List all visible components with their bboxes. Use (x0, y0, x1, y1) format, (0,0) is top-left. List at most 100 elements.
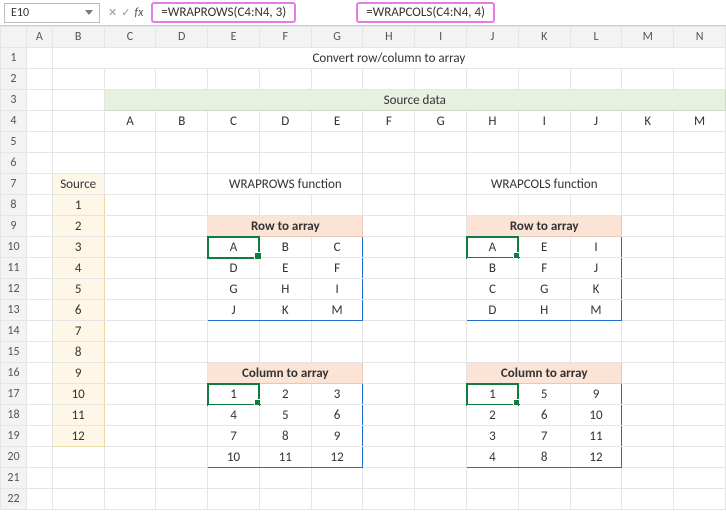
col-header[interactable]: N (674, 27, 726, 48)
cell[interactable]: 12 (570, 447, 622, 468)
cell[interactable]: 8 (52, 342, 104, 363)
row-header[interactable]: 8 (1, 195, 27, 216)
cell[interactable]: J (570, 258, 622, 279)
row-header[interactable]: 9 (1, 216, 27, 237)
row-header[interactable]: 19 (1, 426, 27, 447)
row-header[interactable]: 15 (1, 342, 27, 363)
accept-icon[interactable]: ✓ (121, 6, 130, 19)
cell[interactable]: 4 (208, 405, 260, 426)
col-header[interactable]: J (467, 27, 519, 48)
cell[interactable]: C (467, 279, 519, 300)
cell[interactable]: 10 (208, 447, 260, 468)
cancel-icon[interactable]: ✕ (108, 6, 117, 19)
cell[interactable]: A (467, 237, 519, 258)
cell[interactable]: J (570, 111, 622, 132)
row-header[interactable]: 22 (1, 489, 27, 510)
row-header[interactable]: 21 (1, 468, 27, 489)
cell[interactable]: G (415, 111, 467, 132)
cell[interactable]: I (518, 111, 570, 132)
cell[interactable]: 12 (311, 447, 363, 468)
row-header[interactable]: 20 (1, 447, 27, 468)
row-header[interactable]: 14 (1, 321, 27, 342)
cell[interactable]: F (518, 258, 570, 279)
col-header[interactable]: L (570, 27, 622, 48)
col-header[interactable]: C (104, 27, 156, 48)
cell[interactable]: H (467, 111, 519, 132)
cell[interactable]: 2 (52, 216, 104, 237)
row-header[interactable]: 2 (1, 69, 27, 90)
cell[interactable]: 5 (518, 384, 570, 405)
cell[interactable]: 7 (518, 426, 570, 447)
cell[interactable]: 1 (52, 195, 104, 216)
cell[interactable]: E (311, 111, 363, 132)
row-header[interactable]: 3 (1, 90, 27, 111)
row-header[interactable]: 6 (1, 153, 27, 174)
name-box[interactable]: E10 (4, 3, 100, 23)
col-header[interactable]: D (156, 27, 208, 48)
cell[interactable]: 8 (259, 426, 311, 447)
cell[interactable]: I (570, 237, 622, 258)
col-header[interactable]: B (52, 27, 104, 48)
cell[interactable]: K (259, 300, 311, 321)
cell[interactable]: M (570, 300, 622, 321)
worksheet[interactable]: A B C D E F G H I J K L M N 1 Convert ro… (0, 26, 726, 510)
col-header[interactable]: K (518, 27, 570, 48)
cell[interactable]: D (467, 300, 519, 321)
col-header[interactable]: H (363, 27, 415, 48)
row-header[interactable]: 5 (1, 132, 27, 153)
cell[interactable]: G (518, 279, 570, 300)
cell[interactable]: H (259, 279, 311, 300)
cell[interactable]: C (311, 237, 363, 258)
row-header[interactable]: 10 (1, 237, 27, 258)
formula-input-area[interactable]: =WRAPROWS(C4:N4, 3) =WRAPCOLS(C4:N4, 4) (151, 3, 722, 23)
cell[interactable]: F (363, 111, 415, 132)
row-header[interactable]: 13 (1, 300, 27, 321)
cell[interactable]: D (259, 111, 311, 132)
select-all-corner[interactable] (1, 27, 27, 48)
cell[interactable]: 1 (208, 384, 260, 405)
cell[interactable]: 10 (52, 384, 104, 405)
cell[interactable]: C (208, 111, 260, 132)
cell[interactable]: 6 (518, 405, 570, 426)
cell[interactable]: A (104, 111, 156, 132)
cell[interactable]: G (208, 279, 260, 300)
cell[interactable]: 2 (467, 405, 519, 426)
cell[interactable]: 5 (259, 405, 311, 426)
cell[interactable]: 1 (467, 384, 519, 405)
cell[interactable]: 9 (52, 363, 104, 384)
cell[interactable]: M (674, 111, 726, 132)
cell[interactable]: I (311, 279, 363, 300)
cell[interactable]: E (518, 237, 570, 258)
col-header[interactable]: E (208, 27, 260, 48)
cell[interactable]: 11 (259, 447, 311, 468)
cell[interactable]: 3 (311, 384, 363, 405)
cell[interactable]: 5 (52, 279, 104, 300)
row-header[interactable]: 4 (1, 111, 27, 132)
chevron-down-icon[interactable] (85, 10, 93, 15)
cell[interactable]: D (208, 258, 260, 279)
col-header[interactable]: G (311, 27, 363, 48)
col-header[interactable]: M (622, 27, 674, 48)
cell[interactable]: 3 (467, 426, 519, 447)
cell[interactable]: M (311, 300, 363, 321)
col-header[interactable]: F (259, 27, 311, 48)
cell[interactable]: 11 (52, 405, 104, 426)
cell[interactable]: 4 (467, 447, 519, 468)
cell[interactable]: 9 (311, 426, 363, 447)
row-header[interactable]: 11 (1, 258, 27, 279)
cell[interactable]: F (311, 258, 363, 279)
fx-icon[interactable]: fx (134, 6, 143, 20)
col-header[interactable]: A (26, 27, 52, 48)
cell[interactable]: J (208, 300, 260, 321)
cell[interactable]: B (467, 258, 519, 279)
cell[interactable]: 3 (52, 237, 104, 258)
cell[interactable]: 8 (518, 447, 570, 468)
cell[interactable]: H (518, 300, 570, 321)
cell[interactable]: K (570, 279, 622, 300)
row-header[interactable]: 12 (1, 279, 27, 300)
cell[interactable]: 12 (52, 426, 104, 447)
row-header[interactable]: 17 (1, 384, 27, 405)
cell[interactable]: K (622, 111, 674, 132)
cell[interactable]: 7 (208, 426, 260, 447)
cell[interactable]: 11 (570, 426, 622, 447)
